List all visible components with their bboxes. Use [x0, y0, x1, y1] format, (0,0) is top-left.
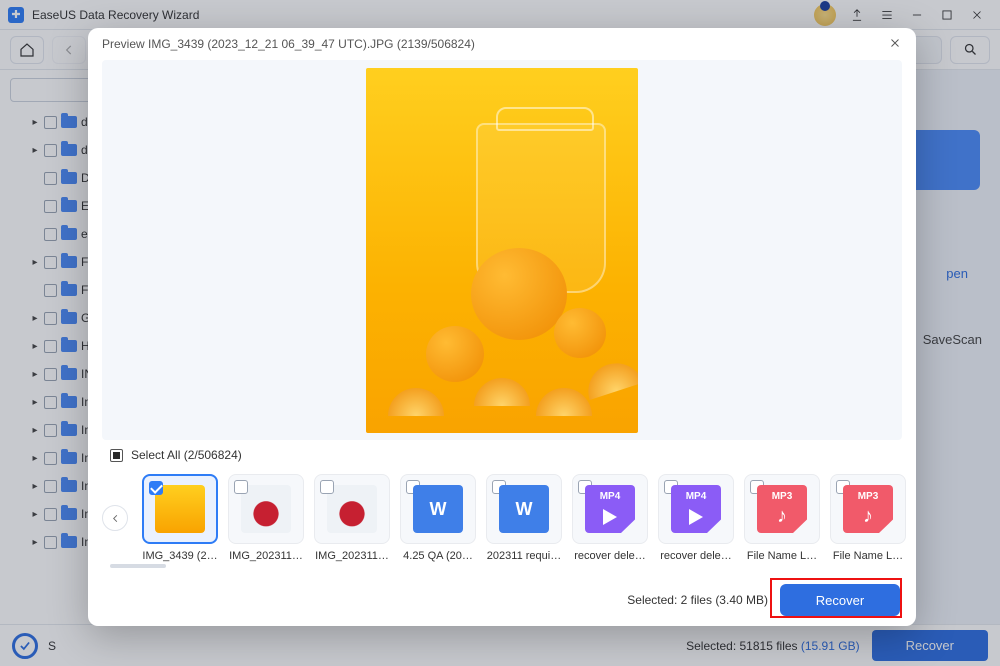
thumb-name: recover dele…	[572, 550, 648, 562]
thumbnail[interactable]: IMG_202311…	[314, 474, 390, 562]
thumbnail[interactable]: recover dele…	[572, 474, 648, 562]
thumbnail[interactable]: IMG_3439 (2…	[142, 474, 218, 562]
thumb-name: 4.25 QA (20…	[400, 550, 476, 562]
preview-modal: Preview IMG_3439 (2023_12_21 06_39_47 UT…	[88, 28, 916, 626]
thumbnail[interactable]: 4.25 QA (20…	[400, 474, 476, 562]
preview-area	[102, 60, 902, 440]
thumb-media	[843, 485, 893, 533]
thumbnail-strip: IMG_3439 (2… IMG_202311… IMG_202311… 4.25 Q…	[88, 464, 916, 562]
thumbnail[interactable]: File Name L…	[830, 474, 906, 562]
thumb-checkbox[interactable]	[320, 480, 334, 494]
thumb-checkbox[interactable]	[149, 481, 163, 495]
recover-button[interactable]: Recover	[780, 584, 900, 616]
thumbnail[interactable]: IMG_202311…	[228, 474, 304, 562]
thumbnail[interactable]: 202311 requi…	[486, 474, 562, 562]
thumb-scrollbar[interactable]	[110, 564, 166, 568]
thumb-name: File Name L…	[830, 550, 906, 562]
thumb-media	[499, 485, 549, 533]
thumbnail[interactable]: recover dele…	[658, 474, 734, 562]
thumb-name: IMG_202311…	[314, 550, 390, 562]
thumb-checkbox[interactable]	[234, 480, 248, 494]
preview-image	[366, 68, 638, 433]
thumb-name: recover dele…	[658, 550, 734, 562]
thumb-name: 202311 requi…	[486, 550, 562, 562]
thumb-name: IMG_202311…	[228, 550, 304, 562]
thumb-media	[413, 485, 463, 533]
thumb-prev-button[interactable]	[102, 505, 128, 531]
thumb-name: File Name L…	[744, 550, 820, 562]
thumb-media	[671, 485, 721, 533]
thumb-media	[757, 485, 807, 533]
modal-title: Preview IMG_3439 (2023_12_21 06_39_47 UT…	[102, 37, 475, 51]
modal-selected-info: Selected: 2 files (3.40 MB)	[627, 593, 768, 607]
thumb-media	[241, 485, 291, 533]
select-all-label: Select All (2/506824)	[131, 448, 242, 462]
modal-close-icon[interactable]	[888, 36, 902, 53]
thumbnail[interactable]: File Name L…	[744, 474, 820, 562]
thumb-media	[585, 485, 635, 533]
select-all-row[interactable]: Select All (2/506824)	[88, 440, 916, 464]
thumb-name: IMG_3439 (2…	[142, 550, 218, 562]
select-all-checkbox[interactable]	[110, 449, 123, 462]
thumb-media	[327, 485, 377, 533]
